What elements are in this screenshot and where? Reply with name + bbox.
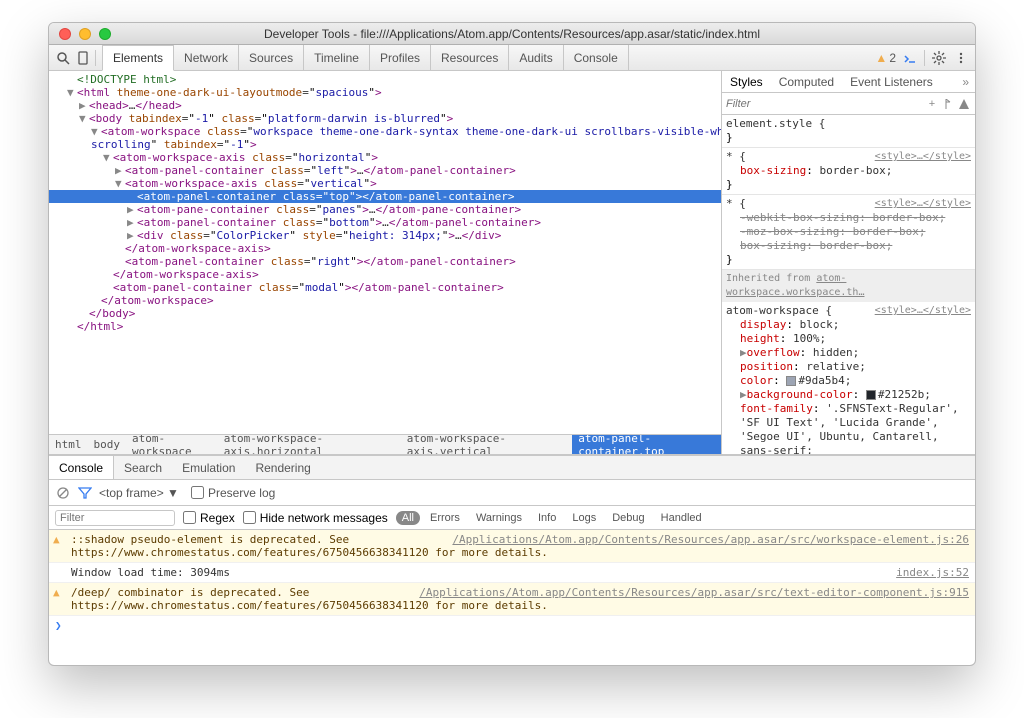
dom-node[interactable]: ▶<div class="ColorPicker" style="height:… bbox=[49, 229, 721, 242]
log-level-warnings[interactable]: Warnings bbox=[470, 511, 528, 525]
log-level-info[interactable]: Info bbox=[532, 511, 562, 525]
device-mode-icon[interactable] bbox=[75, 50, 91, 66]
tab-timeline[interactable]: Timeline bbox=[304, 45, 370, 70]
inherited-from-link[interactable]: atom-workspace.workspace.th… bbox=[726, 273, 864, 298]
main-toolbar: ElementsNetworkSourcesTimelineProfilesRe… bbox=[49, 45, 975, 71]
dom-node[interactable]: ▼<atom-workspace-axis class="horizontal"… bbox=[49, 151, 721, 164]
styles-more-icon[interactable]: » bbox=[956, 75, 975, 89]
styles-tab-styles[interactable]: Styles bbox=[722, 75, 771, 89]
style-source-link[interactable]: <style>…</style> bbox=[875, 197, 971, 211]
clear-console-icon[interactable] bbox=[55, 485, 71, 501]
drawer-tab-rendering[interactable]: Rendering bbox=[245, 456, 320, 479]
drawer-tab-console[interactable]: Console bbox=[49, 456, 114, 479]
styles-tab-computed[interactable]: Computed bbox=[771, 75, 842, 89]
elements-panel[interactable]: <!DOCTYPE html>▼<html theme-one-dark-ui-… bbox=[49, 71, 721, 434]
tab-resources[interactable]: Resources bbox=[431, 45, 509, 70]
drawer-tab-emulation[interactable]: Emulation bbox=[172, 456, 245, 479]
titlebar: Developer Tools - file:///Applications/A… bbox=[49, 23, 975, 45]
log-level-errors[interactable]: Errors bbox=[424, 511, 466, 525]
message-location[interactable]: index.js:52 bbox=[896, 566, 969, 579]
warning-icon: ▲ bbox=[53, 533, 60, 546]
settings-icon[interactable] bbox=[931, 50, 947, 66]
dom-node[interactable]: <!DOCTYPE html> bbox=[49, 73, 721, 86]
dom-node[interactable]: ▼<html theme-one-dark-ui-layoutmode="spa… bbox=[49, 86, 721, 99]
console-filter-input[interactable] bbox=[55, 510, 175, 526]
console-prompt[interactable]: ❯ bbox=[49, 616, 975, 635]
console-filter-bar: Regex Hide network messages All Errors War… bbox=[49, 506, 975, 530]
panel-tabs: ElementsNetworkSourcesTimelineProfilesRe… bbox=[102, 45, 629, 70]
styles-sidebar: StylesComputedEvent Listeners » + elemen… bbox=[721, 71, 975, 454]
dom-node[interactable]: ▼<atom-workspace-axis class="vertical"> bbox=[49, 177, 721, 190]
dom-node[interactable]: ▶<atom-panel-container class="bottom">…<… bbox=[49, 216, 721, 229]
styles-tabs: StylesComputedEvent Listeners » bbox=[722, 71, 975, 93]
drawer-tab-search[interactable]: Search bbox=[114, 456, 172, 479]
console-drawer: ConsoleSearchEmulationRendering <top fra… bbox=[49, 455, 975, 665]
hide-network-checkbox[interactable]: Hide network messages bbox=[243, 511, 388, 525]
log-level-all[interactable]: All bbox=[396, 511, 420, 525]
style-source-link[interactable]: <style>…</style> bbox=[875, 304, 971, 318]
add-rule-icon[interactable]: + bbox=[925, 97, 939, 111]
crumb[interactable]: atom-workspace bbox=[126, 435, 218, 454]
console-message[interactable]: ▲ /Applications/Atom.app/Contents/Resourc… bbox=[49, 583, 975, 616]
log-level-debug[interactable]: Debug bbox=[606, 511, 650, 525]
inspect-icon[interactable] bbox=[55, 50, 71, 66]
log-level-logs[interactable]: Logs bbox=[566, 511, 602, 525]
dom-node[interactable]: <atom-panel-container class="modal"></at… bbox=[49, 281, 721, 294]
crumb[interactable]: atom-panel-container.top bbox=[572, 435, 721, 454]
dom-node[interactable]: scrolling" tabindex="-1"> bbox=[49, 138, 721, 151]
console-log[interactable]: ▲ /Applications/Atom.app/Contents/Resourc… bbox=[49, 530, 975, 665]
tab-audits[interactable]: Audits bbox=[509, 45, 563, 70]
dom-node[interactable]: </atom-workspace-axis> bbox=[49, 242, 721, 255]
drawer-tabs: ConsoleSearchEmulationRendering bbox=[49, 456, 975, 480]
devtools-window: Developer Tools - file:///Applications/A… bbox=[48, 22, 976, 666]
warning-icon: ▲ bbox=[53, 586, 60, 599]
drawer-toggle-icon[interactable] bbox=[902, 50, 918, 66]
console-message[interactable]: index.js:52Window load time: 3094ms bbox=[49, 563, 975, 583]
dom-node[interactable]: </body> bbox=[49, 307, 721, 320]
dom-node[interactable]: ▶<head>…</head> bbox=[49, 99, 721, 112]
dom-node[interactable]: ▶<atom-pane-container class="panes">…</a… bbox=[49, 203, 721, 216]
styles-filter-input[interactable] bbox=[726, 98, 925, 110]
styles-body[interactable]: element.style {}<style>…</style>* {box-s… bbox=[722, 115, 975, 454]
tab-profiles[interactable]: Profiles bbox=[370, 45, 431, 70]
dom-node[interactable]: ▼<atom-workspace class="workspace theme-… bbox=[49, 125, 721, 138]
crumb[interactable]: body bbox=[88, 435, 127, 454]
style-source-link[interactable]: <style>…</style> bbox=[875, 150, 971, 164]
preserve-log-checkbox[interactable]: Preserve log bbox=[191, 486, 275, 500]
regex-checkbox[interactable]: Regex bbox=[183, 511, 235, 525]
crumb[interactable]: atom-workspace-axis.vertical bbox=[401, 435, 573, 454]
animations-icon[interactable] bbox=[957, 97, 971, 111]
crumb[interactable]: html bbox=[49, 435, 88, 454]
log-level-handled[interactable]: Handled bbox=[655, 511, 708, 525]
styles-tab-event-listeners[interactable]: Event Listeners bbox=[842, 75, 941, 89]
dom-node[interactable]: <atom-panel-container class="right"></at… bbox=[49, 255, 721, 268]
dom-node[interactable]: ▶<atom-panel-container class="left">…</a… bbox=[49, 164, 721, 177]
crumb[interactable]: atom-workspace-axis.horizontal bbox=[218, 435, 401, 454]
tab-network[interactable]: Network bbox=[174, 45, 239, 70]
message-location[interactable]: /Applications/Atom.app/Contents/Resource… bbox=[452, 533, 969, 546]
error-count[interactable]: ▲2 bbox=[875, 51, 896, 65]
dom-node[interactable]: </atom-workspace> bbox=[49, 294, 721, 307]
tab-sources[interactable]: Sources bbox=[239, 45, 304, 70]
tab-elements[interactable]: Elements bbox=[102, 45, 174, 71]
console-controls: <top frame> ▼ Preserve log bbox=[49, 480, 975, 506]
window-title: Developer Tools - file:///Applications/A… bbox=[49, 27, 975, 41]
tab-console[interactable]: Console bbox=[564, 45, 629, 70]
filter-icon[interactable] bbox=[77, 485, 93, 501]
more-icon[interactable] bbox=[953, 50, 969, 66]
element-state-icon[interactable] bbox=[941, 97, 955, 111]
message-location[interactable]: /Applications/Atom.app/Contents/Resource… bbox=[419, 586, 969, 599]
frame-selector[interactable]: <top frame> ▼ bbox=[99, 486, 179, 500]
console-message[interactable]: ▲ /Applications/Atom.app/Contents/Resourc… bbox=[49, 530, 975, 563]
dom-node[interactable]: ▼<body tabindex="-1" class="platform-dar… bbox=[49, 112, 721, 125]
error-count-value: 2 bbox=[889, 51, 896, 65]
dom-node[interactable]: </atom-workspace-axis> bbox=[49, 268, 721, 281]
dom-node[interactable]: </html> bbox=[49, 320, 721, 333]
breadcrumb: htmlbodyatom-workspaceatom-workspace-axi… bbox=[49, 434, 721, 454]
dom-node[interactable]: <atom-panel-container class="top"></atom… bbox=[49, 190, 721, 203]
